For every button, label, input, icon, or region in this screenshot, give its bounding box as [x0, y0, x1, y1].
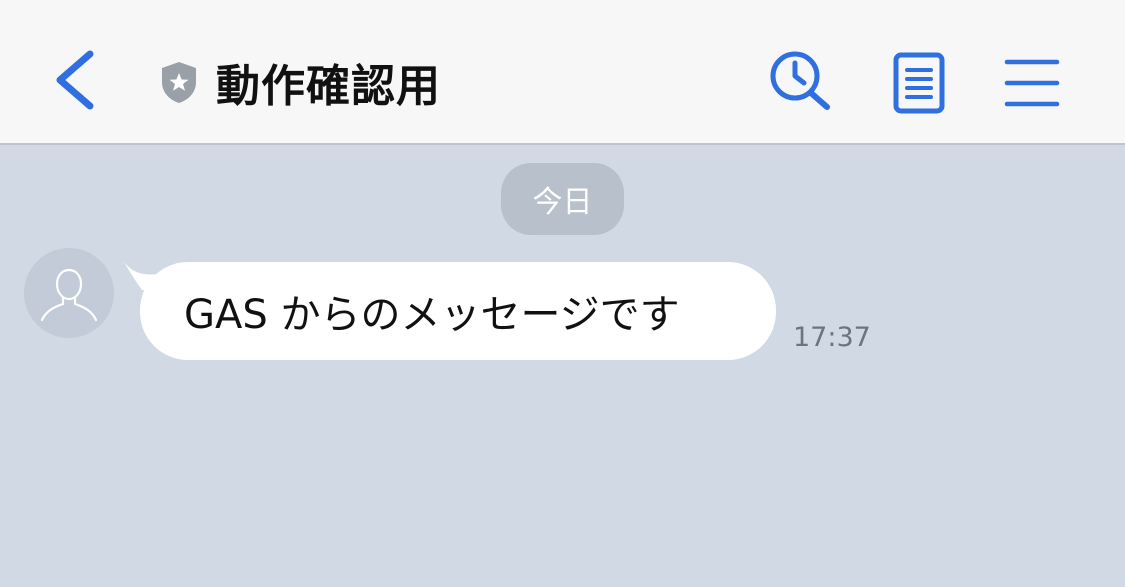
date-label: 今日	[532, 185, 593, 220]
sender-avatar[interactable]	[24, 248, 114, 338]
notes-button[interactable]	[885, 48, 955, 118]
default-user-avatar-icon	[40, 268, 98, 322]
date-separator: 今日	[501, 163, 624, 235]
search-button[interactable]	[765, 48, 835, 118]
chat-title: 動作確認用	[216, 61, 441, 112]
clock-search-icon	[770, 51, 830, 110]
shield-star-icon	[162, 62, 196, 103]
message-text: GAS からのメッセージです	[184, 292, 680, 338]
message-bubble[interactable]: GAS からのメッセージです	[140, 262, 776, 360]
menu-button[interactable]	[997, 48, 1067, 118]
message-timestamp: 17:37	[793, 322, 871, 353]
chevron-left-icon	[56, 50, 94, 110]
chat-title-area: 動作確認用	[158, 52, 441, 112]
chat-screen: 動作確認用 今日 GAS からのメッセージです 17:37	[0, 0, 1125, 587]
hamburger-menu-icon	[1004, 59, 1060, 107]
back-button[interactable]	[40, 40, 110, 120]
notes-icon	[893, 52, 945, 114]
chat-header: 動作確認用	[0, 0, 1125, 145]
